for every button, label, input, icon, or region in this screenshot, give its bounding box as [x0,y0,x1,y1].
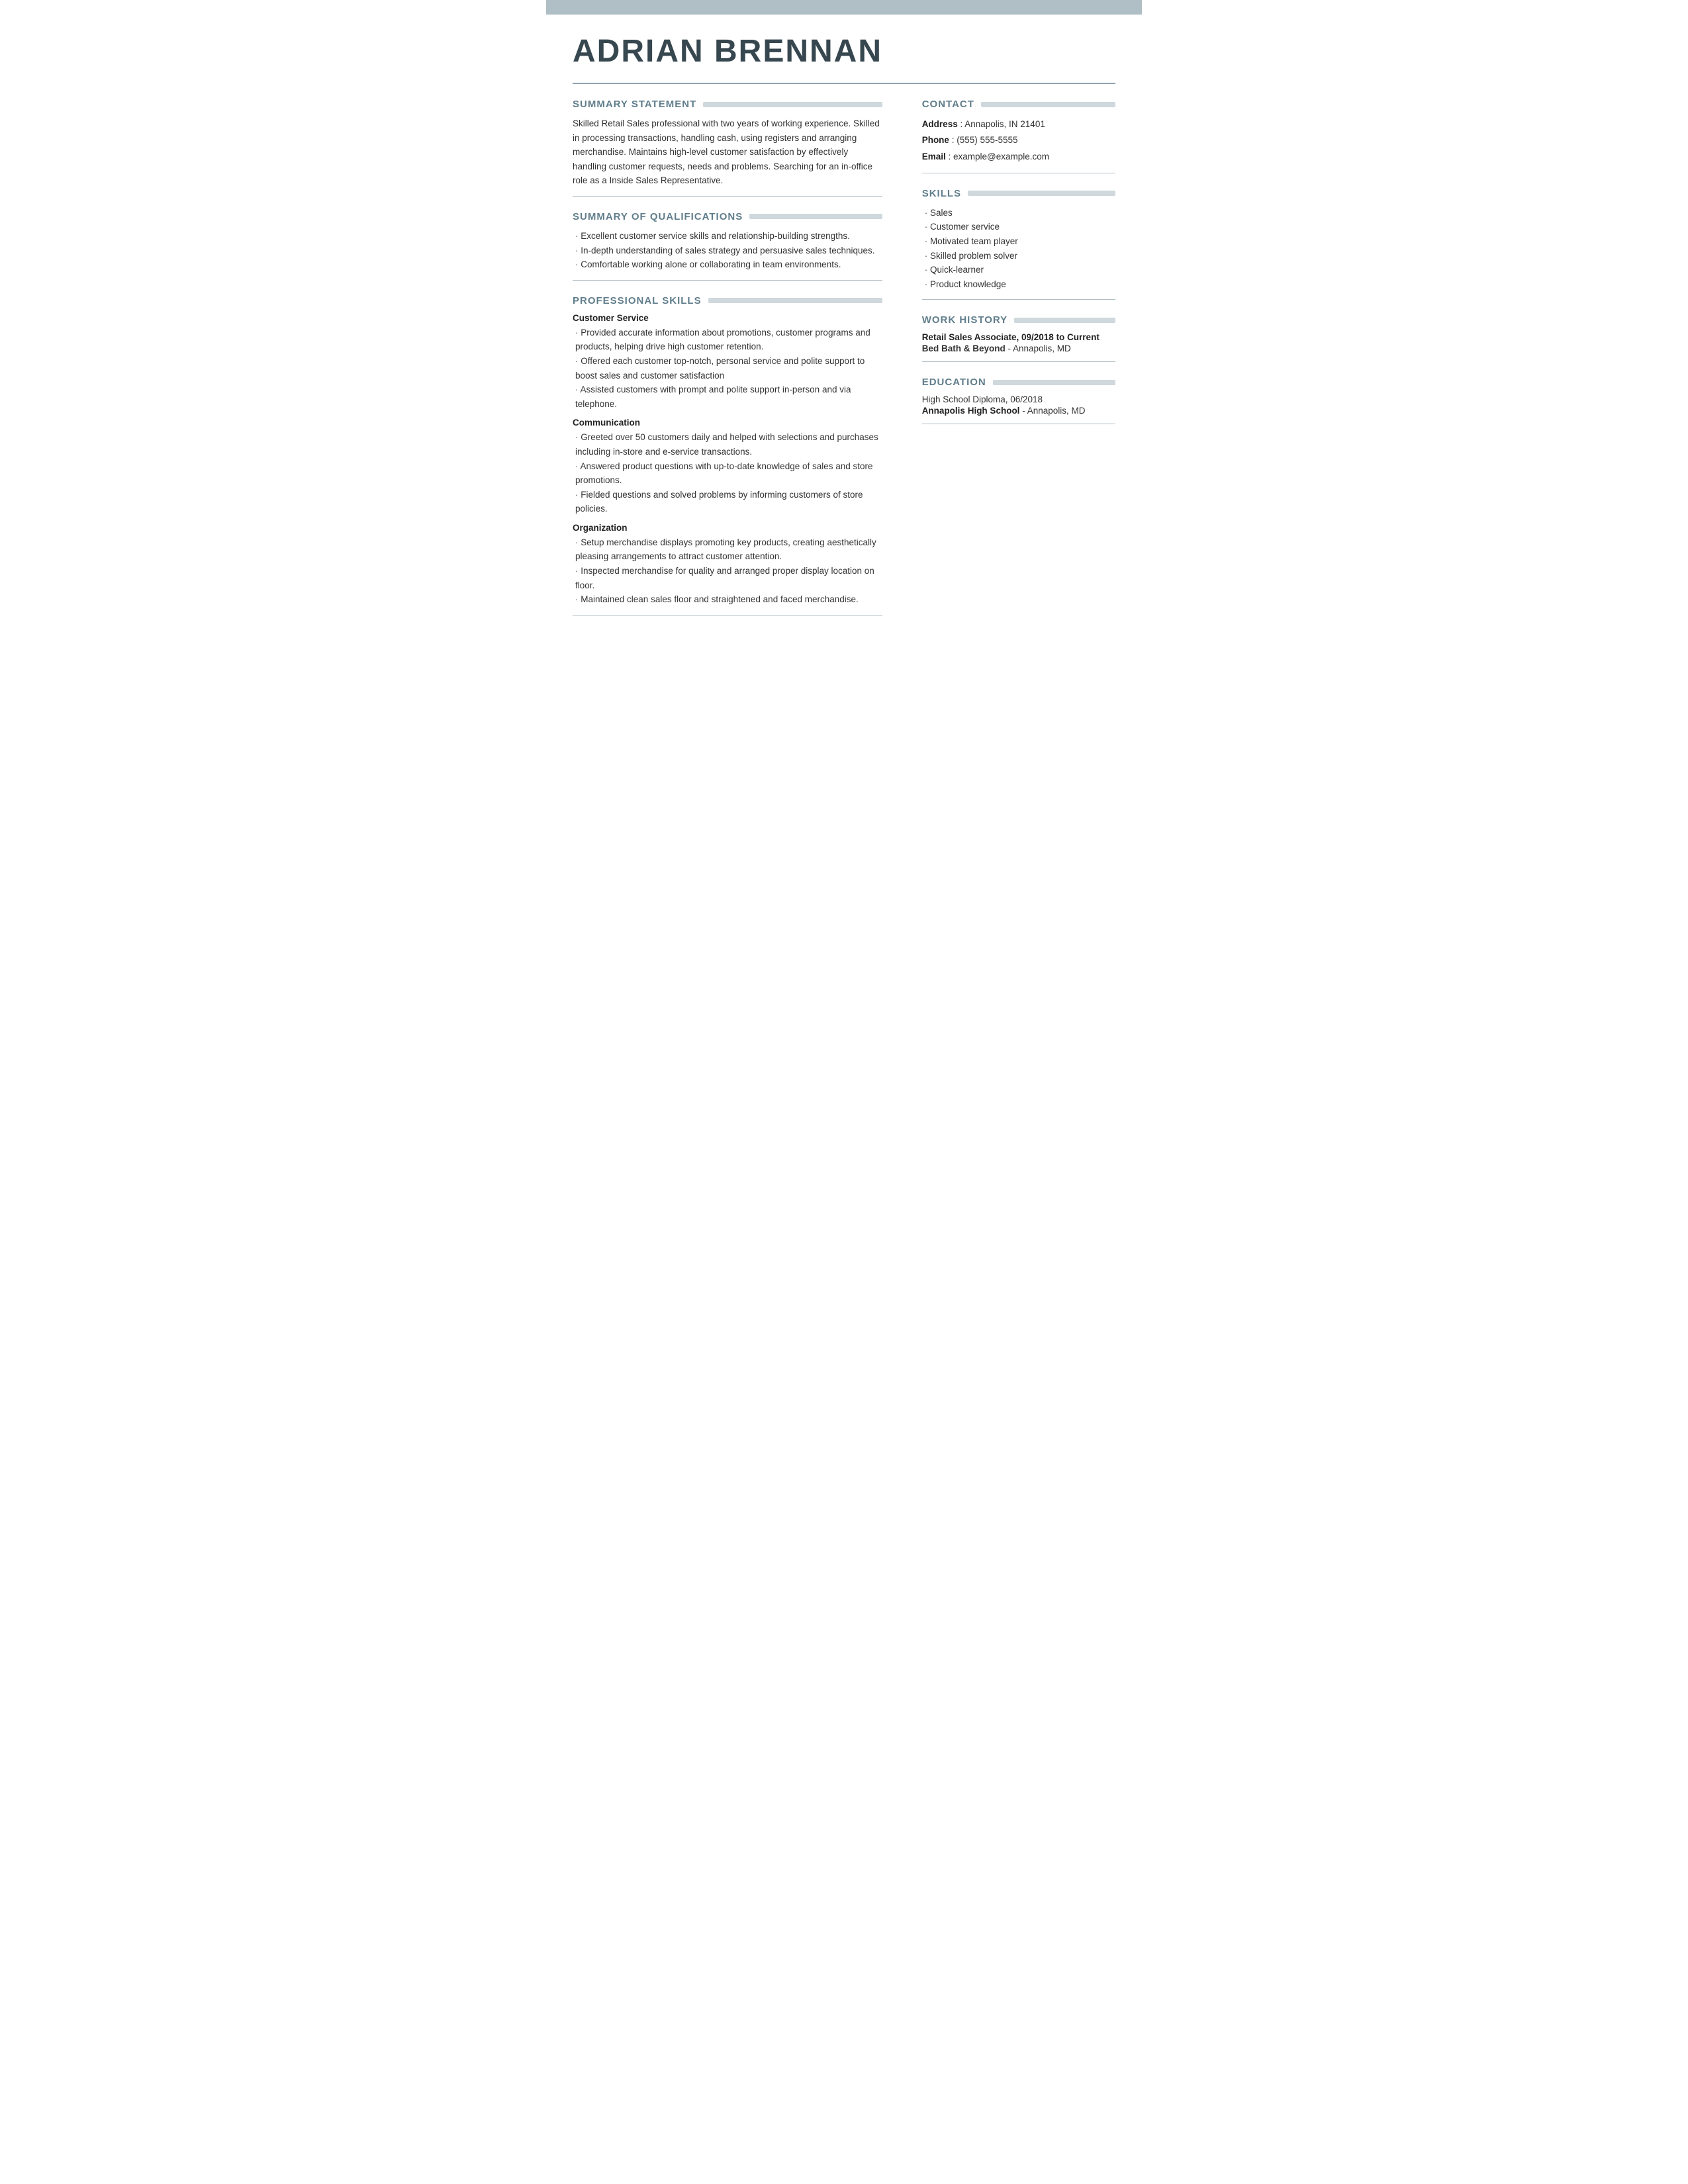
list-item: Greeted over 50 customers daily and help… [575,430,882,459]
summary-text: Skilled Retail Sales professional with t… [573,116,882,188]
list-item: Maintained clean sales floor and straigh… [575,592,882,607]
skill-item: Quick-learner [925,263,1115,277]
contact-email: Email : example@example.com [922,149,1115,165]
candidate-name: ADRIAN BRENNAN [573,33,1115,69]
qualifications-header: SUMMARY OF QUALIFICATIONS [573,211,882,222]
skill-item: Motivated team player [925,234,1115,249]
work-history-container: Retail Sales Associate, 09/2018 to Curre… [922,332,1115,353]
list-item: Setup merchandise displays promoting key… [575,535,882,564]
qualifications-bar [749,214,882,219]
work-company: Bed Bath & Beyond - Annapolis, MD [922,343,1115,353]
contact-address: Address : Annapolis, IN 21401 [922,116,1115,132]
skills-section: SKILLS SalesCustomer serviceMotivated te… [922,188,1115,300]
work-history-header: WORK HISTORY [922,314,1115,326]
edu-degree: High School Diploma, 06/2018 [922,394,1115,404]
skill-item: Sales [925,206,1115,220]
contact-section: CONTACT Address : Annapolis, IN 21401 Ph… [922,99,1115,173]
subsection-title: Organization [573,523,882,533]
professional-skills-header: PROFESSIONAL SKILLS [573,295,882,306]
phone-label: Phone [922,135,949,145]
skill-item: Product knowledge [925,277,1115,292]
summary-section: SUMMARY STATEMENT Skilled Retail Sales p… [573,99,882,197]
left-column: SUMMARY STATEMENT Skilled Retail Sales p… [573,84,896,615]
header: ADRIAN BRENNAN [546,15,1142,77]
phone-value: (555) 555-5555 [957,135,1017,145]
list-item: Answered product questions with up-to-da… [575,459,882,488]
list-item: Provided accurate information about prom… [575,326,882,354]
contact-title: CONTACT [922,99,974,110]
work-history-title: WORK HISTORY [922,314,1008,326]
work-role: Retail Sales Associate, 09/2018 to Curre… [922,332,1115,342]
list-item: Offered each customer top-notch, persona… [575,354,882,383]
edu-school: Annapolis High School - Annapolis, MD [922,406,1115,416]
email-colon: : [948,152,953,161]
education-header: EDUCATION [922,377,1115,388]
summary-title: SUMMARY STATEMENT [573,99,696,110]
work-history-section: WORK HISTORY Retail Sales Associate, 09/… [922,314,1115,362]
education-container: High School Diploma, 06/2018 Annapolis Hi… [922,394,1115,416]
professional-skills-bar [708,298,882,303]
list-item: Assisted customers with prompt and polit… [575,383,882,411]
subsection-list: Setup merchandise displays promoting key… [573,535,882,607]
qualifications-list: Excellent customer service skills and re… [573,229,882,272]
summary-header: SUMMARY STATEMENT [573,99,882,110]
professional-skills-container: Customer Service Provided accurate inform… [573,313,882,607]
qualification-item: Comfortable working alone or collaborati… [575,257,882,272]
education-bar [993,380,1115,385]
subsection-title: Communication [573,418,882,428]
skill-item: Skilled problem solver [925,249,1115,263]
contact-phone: Phone : (555) 555-5555 [922,132,1115,148]
summary-bar [703,102,882,107]
email-value: example@example.com [953,152,1049,161]
professional-skills-title: PROFESSIONAL SKILLS [573,295,702,306]
work-history-bar [1014,318,1115,323]
skills-title: SKILLS [922,188,961,199]
qualification-item: In-depth understanding of sales strategy… [575,244,882,258]
top-bar [546,0,1142,15]
qualifications-title: SUMMARY OF QUALIFICATIONS [573,211,743,222]
subsection-list: Greeted over 50 customers daily and help… [573,430,882,516]
address-value: Annapolis, IN 21401 [964,119,1045,129]
skill-item: Customer service [925,220,1115,234]
qualification-item: Excellent customer service skills and re… [575,229,882,244]
qualifications-section: SUMMARY OF QUALIFICATIONS Excellent cust… [573,211,882,281]
skills-list: SalesCustomer serviceMotivated team play… [922,206,1115,292]
email-label: Email [922,152,946,161]
list-item: Inspected merchandise for quality and ar… [575,564,882,592]
subsection-list: Provided accurate information about prom… [573,326,882,412]
main-content: SUMMARY STATEMENT Skilled Retail Sales p… [546,84,1142,615]
skills-bar [968,191,1115,196]
contact-header: CONTACT [922,99,1115,110]
education-section: EDUCATION High School Diploma, 06/2018 An… [922,377,1115,424]
contact-bar [981,102,1115,107]
address-label: Address [922,119,958,129]
education-title: EDUCATION [922,377,986,388]
professional-skills-section: PROFESSIONAL SKILLS Customer Service Prov… [573,295,882,615]
list-item: Fielded questions and solved problems by… [575,488,882,516]
subsection-title: Customer Service [573,313,882,323]
right-column: CONTACT Address : Annapolis, IN 21401 Ph… [922,84,1115,615]
skills-header: SKILLS [922,188,1115,199]
